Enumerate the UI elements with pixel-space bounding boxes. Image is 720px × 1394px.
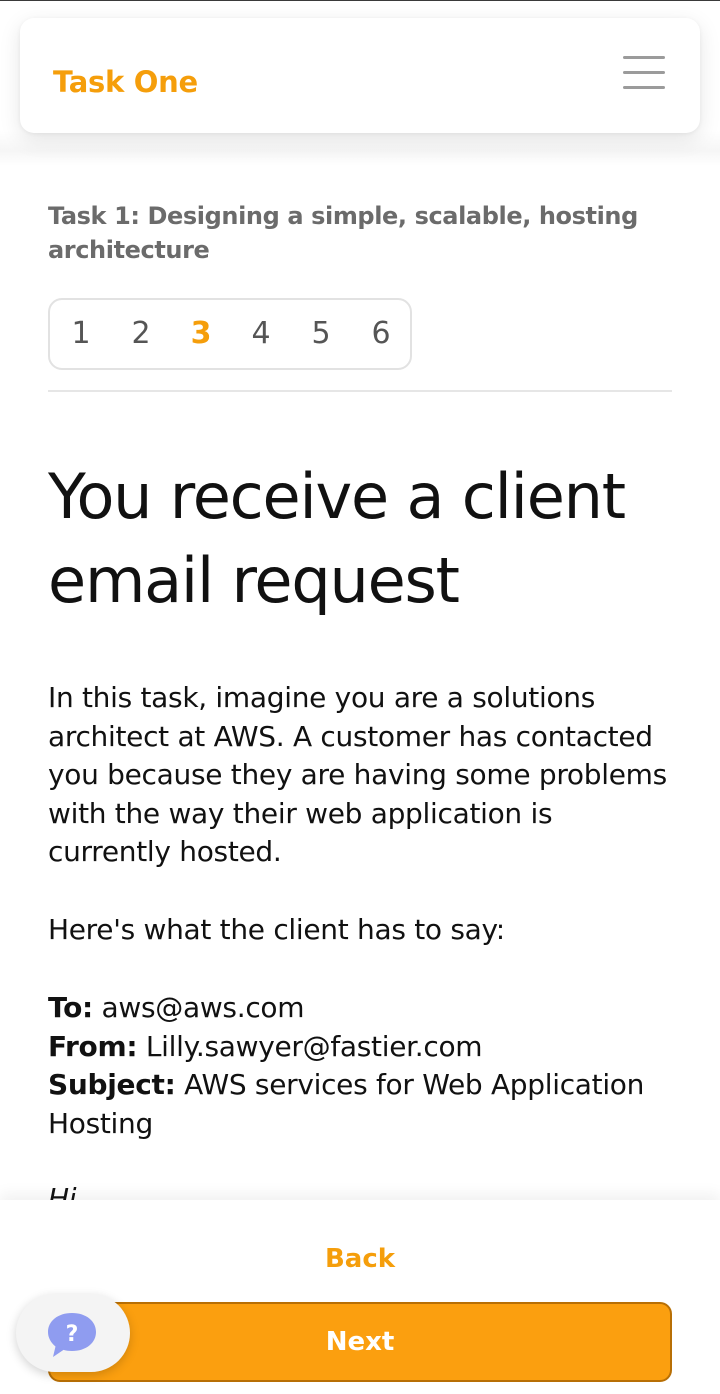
help-label: ? <box>66 1322 79 1347</box>
task-heading: Task 1: Designing a simple, scalable, ho… <box>48 202 638 264</box>
email-from-label: From: <box>48 1029 138 1063</box>
step-pager: 1 2 3 4 5 6 <box>48 298 412 370</box>
back-button[interactable]: Back <box>260 1244 460 1284</box>
page-title: You receive a client email request <box>48 460 626 617</box>
email-to-value: aws@aws.com <box>101 991 305 1024</box>
lead-paragraph: Here's what the client has to say: <box>48 913 505 946</box>
page-4[interactable]: 4 <box>241 316 281 351</box>
page-5[interactable]: 5 <box>301 316 341 351</box>
email-to-line: To: aws@aws.com <box>48 989 678 1028</box>
hamburger-menu-icon[interactable] <box>620 54 666 94</box>
page-3-current[interactable]: 3 <box>181 316 221 351</box>
email-from-value: Lilly.sawyer@fastier.com <box>145 1029 483 1063</box>
intro-paragraph: In this task, imagine you are a solution… <box>48 681 667 868</box>
email-details: To: aws@aws.com From: Lilly.sawyer@fasti… <box>48 989 678 1143</box>
email-to-label: To: <box>48 991 93 1024</box>
page-1[interactable]: 1 <box>61 316 101 351</box>
app-title: Task One <box>53 65 198 99</box>
page-6[interactable]: 6 <box>361 316 401 351</box>
email-from-line: From: Lilly.sawyer@fastier.com <box>48 1028 678 1067</box>
footer-nav: Back Next ? <box>0 1200 720 1394</box>
help-button[interactable]: ? <box>16 1294 130 1372</box>
section-divider <box>48 390 672 392</box>
app-header: Task One <box>20 18 700 133</box>
page-2[interactable]: 2 <box>121 316 161 351</box>
next-button[interactable]: Next <box>48 1302 672 1382</box>
email-subject-line: Subject: AWS services for Web Applicatio… <box>48 1066 678 1143</box>
help-chat-bubble-icon: ? <box>48 1313 96 1357</box>
email-subject-label: Subject: <box>48 1068 176 1101</box>
